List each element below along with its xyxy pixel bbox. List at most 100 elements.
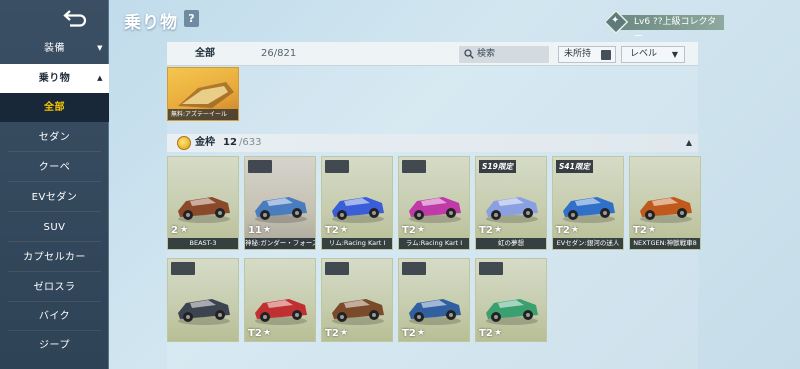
star-icon: ★ <box>494 225 503 235</box>
vehicle-card[interactable]: 11★ 神秘:ガンダー・フォース！ <box>244 156 316 250</box>
season-tag: S19限定 <box>479 160 516 173</box>
section-title: 金枠 <box>195 137 215 148</box>
page-title: 乗り物 <box>124 13 178 33</box>
vehicle-image <box>640 197 692 223</box>
vehicle-card[interactable]: T2 ★ NEXTGEN:神獣戦車8 <box>629 156 701 250</box>
sidebar-item-coupe[interactable]: クーペ <box>0 153 109 182</box>
tier-label: T2 <box>325 328 339 339</box>
not-owned-toggle[interactable]: 未所持 <box>558 46 616 63</box>
sidebar-item-label: ゼロスラ <box>33 282 76 293</box>
sidebar-item-label: 全部 <box>44 102 65 113</box>
sidebar-item-capsule-car[interactable]: カプセルカー <box>0 243 109 272</box>
brand-logo-icon <box>248 160 272 173</box>
vehicle-image <box>486 197 538 223</box>
vehicle-card[interactable]: T2 ★ <box>475 258 547 342</box>
chevron-down-icon: ▼ <box>671 50 678 59</box>
tier-label: 11 <box>248 225 262 236</box>
rarity-section-header[interactable]: 金枠 12 /633 ▲ <box>167 134 698 152</box>
vehicle-image <box>563 197 615 223</box>
star-icon: ★ <box>340 225 349 235</box>
star-icon: ★ <box>417 225 426 235</box>
help-icon[interactable]: ? <box>184 10 199 27</box>
tab-all[interactable]: 全部 <box>195 42 215 66</box>
sidebar-item-zerosura[interactable]: ゼロスラ <box>0 273 109 302</box>
search-input[interactable]: 検索 <box>459 46 549 63</box>
tier-label: 2 <box>171 225 178 236</box>
vehicle-image <box>486 299 538 325</box>
star-icon: ★ <box>180 225 189 235</box>
vehicle-card[interactable]: T2 ★ <box>398 258 470 342</box>
vehicle-card[interactable]: 2 ★ BEAST-3 <box>167 156 239 250</box>
vehicle-card[interactable]: 無料:アズテーイール <box>167 67 239 121</box>
sidebar-item-label: クーペ <box>38 162 71 173</box>
star-icon: ★ <box>263 225 272 235</box>
brand-logo-icon <box>171 262 195 275</box>
brand-logo-icon <box>402 262 426 275</box>
vehicle-card[interactable]: T2 ★ <box>244 258 316 342</box>
sidebar-item-suv[interactable]: SUV <box>0 213 109 242</box>
vehicle-name: EVセダン:銀河の迷人 <box>553 238 623 249</box>
collapse-icon[interactable]: ▲ <box>686 134 692 152</box>
star-icon: ★ <box>263 328 272 338</box>
divider <box>8 181 101 182</box>
collection-count: 26/821 <box>261 48 297 59</box>
vehicle-image <box>255 197 307 223</box>
tier-label: T2 <box>633 225 647 236</box>
sidebar-item-label: ジープ <box>39 340 70 351</box>
tier-label: T2 <box>325 225 339 236</box>
rank-badge[interactable]: Lv6 ??上級コレクター ✦ <box>603 9 724 42</box>
sidebar-item-label: EVセダン <box>31 192 78 203</box>
vehicle-card[interactable]: S41限定 T2 ★ EVセダン:銀河の迷人 <box>552 156 624 250</box>
vehicle-name: 虹の夢想 <box>476 238 546 249</box>
level-sort-select[interactable]: レベル ▼ <box>621 46 685 63</box>
star-icon: ★ <box>494 328 503 338</box>
sidebar-item-sedan[interactable]: セダン <box>0 123 109 152</box>
checkbox-icon <box>601 50 611 60</box>
brand-logo-icon <box>325 262 349 275</box>
vehicle-card[interactable]: T2 ★ ラム:Racing Kart Ⅰ <box>398 156 470 250</box>
vehicle-image <box>178 197 230 223</box>
star-icon: ★ <box>648 225 657 235</box>
section-owned-count: 12 <box>223 137 237 148</box>
tier-label: T2 <box>402 225 416 236</box>
divider <box>8 241 101 242</box>
sidebar-item-label: バイク <box>38 311 71 322</box>
star-icon: ★ <box>340 328 349 338</box>
sidebar-item-bike[interactable]: バイク <box>0 302 109 331</box>
vehicle-card[interactable]: S19限定 T2 ★ 虹の夢想 <box>475 156 547 250</box>
brand-logo-icon <box>402 160 426 173</box>
level-select-label: レベル <box>630 49 658 59</box>
tier-label: T2 <box>248 328 262 339</box>
section-total-count: /633 <box>239 137 262 148</box>
search-icon <box>464 49 474 59</box>
not-owned-label: 未所持 <box>564 49 592 59</box>
gold-medal-icon <box>177 136 191 150</box>
sidebar-item-vehicles[interactable]: 乗り物 ▲ <box>0 64 109 93</box>
sidebar-item-jeep[interactable]: ジープ <box>0 331 109 360</box>
tier-label: T2 <box>479 225 493 236</box>
sidebar-item-ev-sedan[interactable]: EVセダン <box>0 183 109 212</box>
tier-label: T2 <box>479 328 493 339</box>
chevron-up-icon: ▲ <box>97 74 103 82</box>
search-placeholder: 検索 <box>477 49 496 59</box>
vehicle-image <box>409 197 461 223</box>
tier-label: T2 <box>556 225 570 236</box>
sidebar-item-equipment[interactable]: 装備 ▼ <box>0 34 109 63</box>
star-icon: ★ <box>571 225 580 235</box>
filter-bar: 全部 26/821 検索 未所持 レベル ▼ <box>167 42 698 66</box>
vehicle-name: リム:Racing Kart Ⅰ <box>322 238 392 249</box>
vehicle-name: ラム:Racing Kart Ⅰ <box>399 238 469 249</box>
divider <box>8 271 101 272</box>
divider <box>8 211 101 212</box>
sidebar-item-all[interactable]: 全部 <box>0 93 109 122</box>
sidebar: 装備 ▼ 乗り物 ▲ 全部 セダン クーペ EVセダン SUV カプセルカー ゼ… <box>0 0 109 369</box>
chevron-down-icon: ▼ <box>97 44 103 52</box>
vehicle-card[interactable] <box>167 258 239 342</box>
sidebar-item-label: 装備 <box>44 43 65 54</box>
vehicle-card[interactable]: T2 ★ リム:Racing Kart Ⅰ <box>321 156 393 250</box>
vehicle-card[interactable]: T2 ★ <box>321 258 393 342</box>
vehicle-image <box>178 299 230 325</box>
brand-logo-icon <box>479 262 503 275</box>
back-icon[interactable] <box>60 8 90 30</box>
vehicle-name: NEXTGEN:神獣戦車8 <box>630 238 700 249</box>
